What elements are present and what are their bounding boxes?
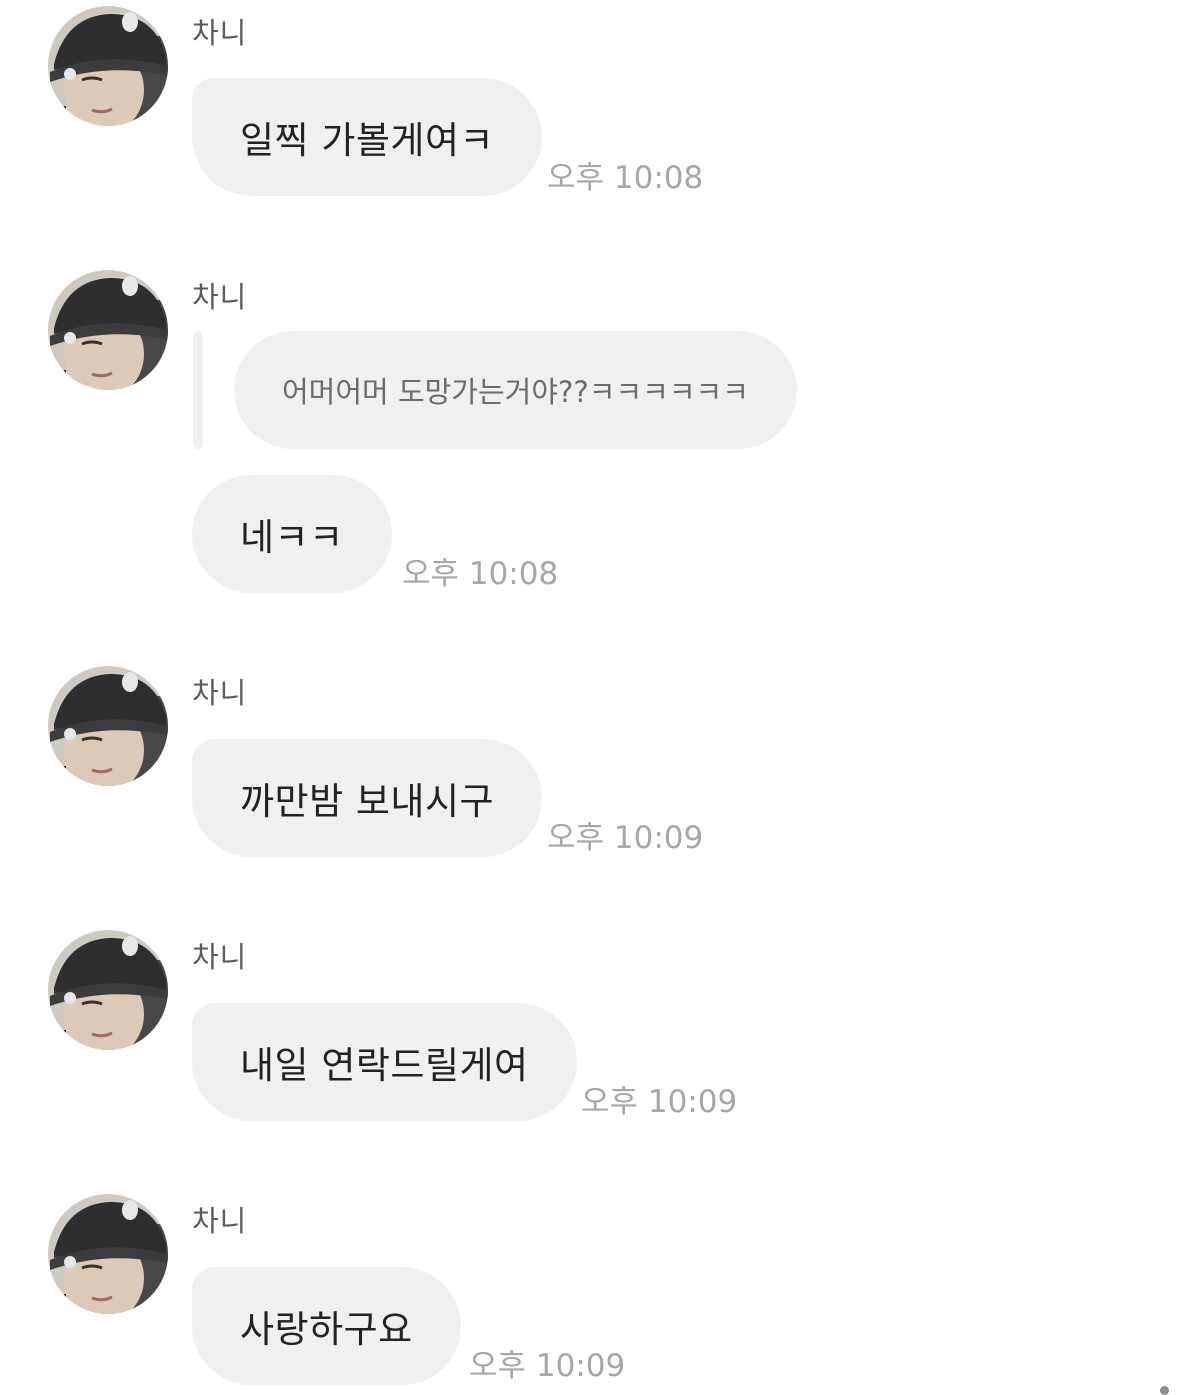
- avatar[interactable]: [48, 930, 168, 1050]
- sender-name: 차니: [192, 1204, 248, 1238]
- avatar[interactable]: [48, 1194, 168, 1314]
- message-bubble[interactable]: 네ㅋㅋ: [192, 475, 392, 593]
- message-text: 내일 연락드릴게여: [240, 1044, 529, 1087]
- message-time: 오후 10:09: [581, 1084, 738, 1120]
- quoted-text: 어머어머 도망가는거야??ㅋㅋㅋㅋㅋㅋ: [282, 375, 749, 409]
- message-time: 오후 10:09: [547, 820, 704, 856]
- message-bubble[interactable]: 까만밤 보내시구: [192, 739, 543, 857]
- sender-name: 차니: [192, 16, 248, 50]
- quoted-message[interactable]: 어머어머 도망가는거야??ㅋㅋㅋㅋㅋㅋ: [234, 331, 797, 449]
- message-bubble[interactable]: 사랑하구요: [192, 1267, 461, 1385]
- sender-name: 차니: [192, 940, 248, 974]
- sender-name: 차니: [192, 676, 248, 710]
- sender-name: 차니: [192, 280, 248, 314]
- reply-indicator-bar: [193, 331, 203, 449]
- message-text: 까만밤 보내시구: [240, 780, 495, 823]
- profile-photo-icon: [48, 270, 168, 390]
- message-time: 오후 10:08: [402, 556, 559, 592]
- message-bubble[interactable]: 내일 연락드릴게여: [192, 1003, 577, 1121]
- avatar[interactable]: [48, 270, 168, 390]
- avatar[interactable]: [48, 666, 168, 786]
- scroll-indicator: [1160, 1386, 1169, 1395]
- profile-photo-icon: [48, 1194, 168, 1314]
- message-text: 네ㅋㅋ: [240, 516, 344, 559]
- profile-photo-icon: [48, 930, 168, 1050]
- avatar[interactable]: [48, 6, 168, 126]
- message-text: 일찍 가볼게여ㅋ: [240, 119, 495, 162]
- message-bubble[interactable]: 일찍 가볼게여ㅋ: [192, 78, 543, 196]
- message-time: 오후 10:08: [547, 160, 704, 196]
- profile-photo-icon: [48, 666, 168, 786]
- message-text: 사랑하구요: [240, 1308, 413, 1351]
- profile-photo-icon: [48, 6, 168, 126]
- message-time: 오후 10:09: [469, 1348, 626, 1384]
